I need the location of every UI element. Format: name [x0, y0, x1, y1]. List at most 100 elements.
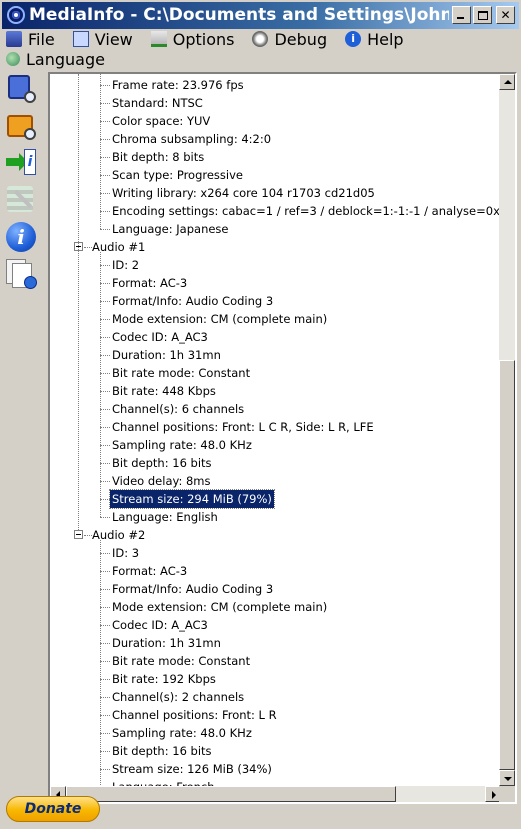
menu-bar: File View Options Debug i Help — [2, 29, 519, 49]
tree-leaf-item[interactable]: Chroma subsampling: 4:2:0 — [112, 130, 271, 148]
sheet-view-button[interactable] — [4, 257, 38, 290]
minimize-button[interactable] — [452, 6, 471, 24]
tree-connector — [100, 229, 110, 230]
tree-connector — [100, 589, 110, 590]
tree-connector — [100, 733, 110, 734]
tree-leaf-item[interactable]: Stream size: 294 MiB (79%) — [109, 489, 275, 509]
export-arrow-icon — [6, 153, 28, 171]
tree-leaf-item[interactable]: Language: Japanese — [112, 220, 229, 238]
tree-leaf-item[interactable]: Video delay: 8ms — [112, 472, 211, 490]
tree-leaf-item[interactable]: Channel(s): 6 channels — [112, 400, 244, 418]
tree-leaf-item[interactable]: Writing library: x264 core 104 r1703 cd2… — [112, 184, 375, 202]
scroll-up-button[interactable] — [499, 74, 515, 90]
tree-leaf-item[interactable]: Bit depth: 8 bits — [112, 148, 204, 166]
tree-leaf-item[interactable]: Bit depth: 16 bits — [112, 454, 212, 472]
tree-leaf-item[interactable]: Sampling rate: 48.0 KHz — [112, 436, 252, 454]
tree-connector — [100, 643, 110, 644]
tree-connector — [100, 625, 110, 626]
collapse-toggle-icon[interactable] — [74, 530, 83, 539]
tree-connector — [100, 103, 110, 104]
tree-guide-line — [78, 74, 79, 530]
about-button[interactable]: i — [4, 220, 38, 253]
tree-leaf-item[interactable]: Bit rate mode: Constant — [112, 364, 250, 382]
tree-connector — [100, 121, 110, 122]
tree-leaf-item[interactable]: Duration: 1h 31mn — [112, 346, 221, 364]
tree-leaf-item[interactable]: Encoding settings: cabac=1 / ref=3 / deb… — [112, 202, 501, 220]
tree-leaf-item[interactable]: Mode extension: CM (complete main) — [112, 310, 327, 328]
menu-debug-label: Debug — [274, 29, 328, 49]
tree-leaf-item[interactable]: Codec ID: A_AC3 — [112, 616, 208, 634]
tree-connector — [100, 175, 110, 176]
maximize-icon — [477, 10, 488, 20]
tree-leaf-item[interactable]: Channel(s): 2 channels — [112, 688, 244, 706]
menu-help[interactable]: i Help — [341, 29, 404, 49]
horizontal-scrollbar[interactable] — [50, 786, 501, 802]
options-icon — [150, 31, 167, 47]
menu-debug[interactable]: Debug — [248, 30, 327, 49]
menu-options[interactable]: Options — [147, 30, 234, 49]
tree-leaf-item[interactable]: Bit rate: 448 Kbps — [112, 382, 216, 400]
tree-leaf-item[interactable]: Channel positions: Front: L C R, Side: L… — [112, 418, 374, 436]
scroll-down-button[interactable] — [499, 770, 515, 786]
donate-button[interactable]: Donate — [6, 796, 100, 822]
title-bar[interactable]: MediaInfo - C:\Documents and Settings\Jo… — [0, 0, 521, 29]
tree-connector — [100, 139, 110, 140]
tree-leaf-item[interactable]: ID: 2 — [112, 256, 139, 274]
tree-connector — [100, 679, 110, 680]
info-tree-panel: Frame rate: 23.976 fps Standard: NTSC Colo… — [48, 72, 517, 804]
maximize-button[interactable] — [473, 6, 492, 24]
preferences-button[interactable] — [4, 183, 38, 216]
tree-connector — [100, 499, 110, 500]
tree-connector — [100, 607, 110, 608]
magnifier-icon — [24, 91, 36, 103]
menu-file[interactable]: File — [2, 30, 55, 49]
tree-connector — [100, 391, 110, 392]
horizontal-scroll-thumb[interactable] — [66, 786, 396, 802]
open-file-button[interactable] — [4, 72, 38, 105]
close-button[interactable]: ✕ — [496, 6, 515, 24]
tree-connector — [84, 535, 92, 536]
tree-connector — [100, 715, 110, 716]
tree-leaf-item[interactable]: Bit depth: 16 bits — [112, 742, 212, 760]
vertical-scrollbar[interactable] — [499, 74, 515, 786]
tree-connector — [100, 283, 110, 284]
tree-leaf-item[interactable]: Channel positions: Front: L R — [112, 706, 277, 724]
tree-leaf-item[interactable]: Sampling rate: 48.0 KHz — [112, 724, 252, 742]
tree-leaf-item[interactable]: Bit rate mode: Constant — [112, 652, 250, 670]
tree-leaf-item[interactable]: ID: 3 — [112, 544, 139, 562]
tree-connector — [100, 265, 110, 266]
tree-leaf-item[interactable]: Format/Info: Audio Coding 3 — [112, 580, 273, 598]
tree-guide-line — [100, 540, 101, 786]
tree-connector — [100, 193, 110, 194]
mediainfo-app-icon[interactable] — [7, 6, 25, 24]
tree-leaf-item[interactable]: Language: English — [112, 508, 218, 526]
menu-view[interactable]: View — [69, 30, 133, 49]
tree-leaf-item[interactable]: Format: AC-3 — [112, 562, 187, 580]
tree-leaf-item[interactable]: Stream size: 126 MiB (34%) — [112, 760, 272, 778]
tree-leaf-item[interactable]: Scan type: Progressive — [112, 166, 243, 184]
tree-leaf-item[interactable]: Frame rate: 23.976 fps — [112, 76, 244, 94]
tree-connector — [100, 661, 110, 662]
tree-leaf-item[interactable]: Duration: 1h 31mn — [112, 634, 221, 652]
open-folder-button[interactable] — [4, 109, 38, 142]
tree-leaf-item[interactable]: Codec ID: A_AC3 — [112, 328, 208, 346]
info-icon: i — [6, 222, 36, 252]
tree-leaf-item[interactable]: Bit rate: 192 Kbps — [112, 670, 216, 688]
tree-connector — [100, 373, 110, 374]
tree-leaf-item[interactable]: Color space: YUV — [112, 112, 210, 130]
export-button[interactable]: i — [4, 146, 38, 179]
file-icon — [6, 31, 22, 47]
close-icon: ✕ — [500, 8, 511, 22]
tree-leaf-item[interactable]: Mode extension: CM (complete main) — [112, 598, 327, 616]
tree-leaf-item[interactable]: Format: AC-3 — [112, 274, 187, 292]
globe-icon — [24, 276, 37, 289]
tree-leaf-item[interactable]: Standard: NTSC — [112, 94, 203, 112]
menu-language[interactable]: Language — [2, 49, 519, 69]
menu-help-label: Help — [367, 29, 404, 49]
vertical-scroll-thumb[interactable] — [499, 360, 515, 770]
tree-leaf-item[interactable]: Language: French — [112, 778, 215, 786]
tree-connector — [100, 319, 110, 320]
window-controls: ✕ — [452, 6, 515, 24]
tree-leaf-item[interactable]: Format/Info: Audio Coding 3 — [112, 292, 273, 310]
info-tree[interactable]: Frame rate: 23.976 fps Standard: NTSC Colo… — [50, 74, 501, 786]
